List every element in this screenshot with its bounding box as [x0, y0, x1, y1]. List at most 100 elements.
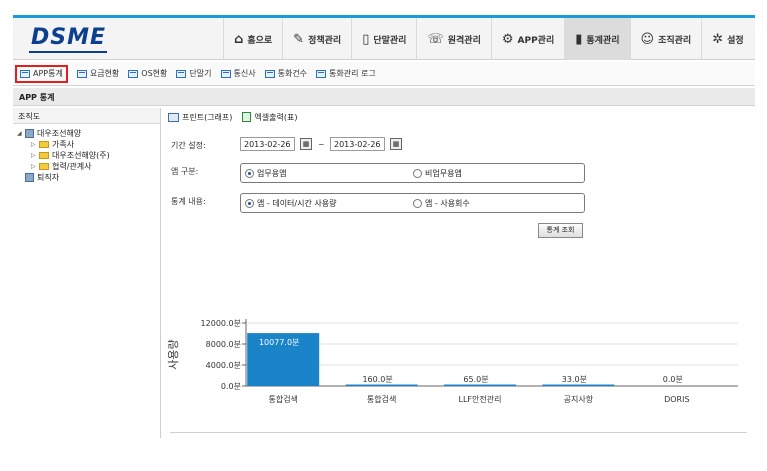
page-title: APP 통계: [13, 88, 755, 106]
bottom-divider: [170, 432, 747, 433]
excel-export-button[interactable]: 엑셀출력(표): [242, 112, 297, 123]
subtab-4[interactable]: 통신사: [220, 65, 256, 83]
date-from-input[interactable]: 2013-02-26: [240, 137, 295, 151]
nav-item-label: 조직관리: [658, 35, 692, 46]
date-to-calendar-icon[interactable]: ▦: [390, 138, 402, 150]
app-type-radio-group: 업무용앱 비업무용앱: [240, 163, 585, 183]
subtab-label: APP통계: [33, 69, 63, 78]
org-tree-node[interactable]: ▷ 대우조선해양(주): [17, 150, 156, 161]
subtab-5[interactable]: 통화건수: [264, 65, 308, 83]
nav-item-1[interactable]: ✎ 정책관리: [282, 18, 351, 60]
nav-item-3[interactable]: ☏ 원격관리: [416, 18, 490, 60]
folder-icon: [39, 152, 49, 159]
org-tree-label: 협력/관계사: [52, 162, 92, 171]
date-from-calendar-icon[interactable]: ▦: [300, 138, 312, 150]
org-tree: ◢ 대우조선해양 ▷ 가족사 ▷ 대우조선해양(주) ▷ 협력/관계사 퇴직자: [13, 124, 160, 187]
building-icon: [25, 173, 34, 182]
org-tree-node[interactable]: ▷ 협력/관계사: [17, 161, 156, 172]
window-icon: [76, 69, 87, 78]
bar-value-label: 65.0분: [463, 375, 488, 384]
nav-item-4[interactable]: ⚙ APP관리: [490, 18, 564, 60]
bar: [444, 384, 516, 386]
radio-dot: [413, 199, 422, 208]
nav-item-label: 통계관리: [586, 35, 620, 46]
app-type-option-label: 비업무용앱: [425, 169, 462, 178]
tree-toggle-icon[interactable]: ▷: [31, 163, 39, 170]
stat-type-option-label: 앱 - 데이터/시간 사용량: [257, 199, 337, 208]
printer-icon: [168, 112, 179, 122]
nav-item-6[interactable]: ☺ 조직관리: [629, 18, 702, 60]
subtab-label: 통화건수: [277, 69, 308, 78]
device-icon: ▯: [362, 31, 370, 47]
subtab-label: 요금현황: [89, 69, 120, 78]
nav-item-0[interactable]: ⌂ 홈으로: [223, 18, 282, 60]
stats-search-button[interactable]: 통계 조회: [538, 223, 583, 238]
app-type-radio-nonbusiness[interactable]: 비업무용앱: [413, 168, 462, 179]
nav-item-label: 홈으로: [247, 35, 273, 46]
org-icon: ☺: [640, 31, 655, 47]
nav-item-2[interactable]: ▯ 단말관리: [351, 18, 416, 60]
window-icon: [176, 69, 187, 78]
logo-underline: [29, 51, 107, 53]
tree-toggle-icon[interactable]: ▷: [31, 141, 39, 148]
y-tick-label: 8000.0분: [206, 340, 241, 349]
subtab-6[interactable]: 통화관리 로그: [316, 65, 376, 83]
period-label: 기간 설정:: [171, 141, 206, 150]
x-tick-label: 통합검색: [268, 394, 297, 404]
folder-icon: [39, 163, 49, 170]
subtab-0[interactable]: APP통계: [15, 64, 68, 83]
subtab-label: 단말기: [189, 69, 212, 78]
date-separator: ~: [318, 140, 325, 149]
subtab-label: OS현황: [141, 69, 168, 78]
bar: [345, 384, 418, 386]
y-tick-label: 12000.0분: [201, 319, 241, 328]
stat-type-option-label: 앱 - 사용회수: [425, 199, 470, 208]
window-icon: [316, 69, 327, 78]
tree-toggle-icon[interactable]: ▷: [31, 152, 39, 159]
subtab-1[interactable]: 요금현황: [76, 65, 120, 83]
home-icon: ⌂: [234, 31, 244, 47]
app-type-label: 앱 구분:: [171, 167, 199, 176]
org-tree-node[interactable]: ▷ 가족사: [17, 139, 156, 150]
main-panel: 프린트(그래프) 엑셀출력(표) 기간 설정: 2013-02-26 ▦ ~ 2…: [163, 108, 755, 438]
toolbar: 프린트(그래프) 엑셀출력(표): [163, 108, 755, 126]
subtab-2[interactable]: OS현황: [128, 65, 167, 83]
stat-type-radio-count[interactable]: 앱 - 사용회수: [413, 198, 470, 209]
stats-icon: ▮: [575, 31, 583, 47]
stat-type-radio-usage[interactable]: 앱 - 데이터/시간 사용량: [245, 198, 336, 209]
x-tick-label: 통합검색: [367, 394, 396, 404]
excel-icon: [242, 112, 252, 122]
print-graph-button[interactable]: 프린트(그래프): [168, 112, 232, 123]
nav-item-label: 정책관리: [308, 35, 342, 46]
excel-export-label: 엑셀출력(표): [254, 112, 298, 122]
tree-toggle-icon[interactable]: ◢: [17, 130, 25, 137]
window-icon: [220, 69, 231, 78]
stat-type-label: 통계 내용:: [171, 197, 206, 206]
nav-item-label: 단말관리: [373, 35, 407, 46]
org-tree-label: 대우조선해양(주): [52, 151, 110, 160]
main-nav: ⌂ 홈으로 ✎ 정책관리 ▯ 단말관리 ☏ 원격관리 ⚙ APP관리 ▮ 통계관리 ☺ 조직관리 ✲ 설정: [223, 18, 754, 60]
org-tree-node[interactable]: ◢ 대우조선해양: [17, 128, 156, 139]
app-icon: ⚙: [501, 31, 514, 47]
print-graph-label: 프린트(그래프): [182, 112, 233, 122]
nav-item-7[interactable]: ✲ 설정: [701, 18, 753, 60]
org-tree-panel: 조직도 ◢ 대우조선해양 ▷ 가족사 ▷ 대우조선해양(주) ▷ 협력/관계사 퇴직자: [13, 108, 161, 438]
header: DSME ⌂ 홈으로 ✎ 정책관리 ▯ 단말관리 ☏ 원격관리 ⚙ APP관리 ▮ 통계관리 ☺ 조직관리…: [13, 18, 755, 60]
stat-type-radio-group: 앱 - 데이터/시간 사용량 앱 - 사용회수: [240, 193, 585, 213]
sub-tab-bar: APP통계 요금현황 OS현황 단말기 통신사 통화건수 통화관리 로그: [13, 62, 755, 86]
subtab-3[interactable]: 단말기: [176, 65, 212, 83]
bar: [542, 384, 615, 386]
usage-chart-svg: 12000.0분 8000.0분 4000.0분 0.0분 사용량 10077.0분통합검…: [167, 319, 738, 404]
app-type-radio-business[interactable]: 업무용앱: [245, 168, 286, 179]
org-tree-node[interactable]: 퇴직자: [17, 172, 156, 183]
y-tick-label: 4000.0분: [206, 361, 241, 370]
app-type-option-label: 업무용앱: [257, 169, 287, 178]
org-tree-label: 대우조선해양: [37, 129, 82, 138]
y-tick-label: 0.0분: [221, 382, 241, 391]
x-tick-label: LLF안전관리: [459, 394, 502, 404]
nav-item-5[interactable]: ▮ 통계관리: [564, 18, 630, 60]
window-icon: [264, 69, 275, 78]
date-to-input[interactable]: 2013-02-26: [330, 137, 385, 151]
bar-value-label: 33.0분: [562, 375, 587, 384]
org-tree-label: 가족사: [52, 140, 75, 149]
